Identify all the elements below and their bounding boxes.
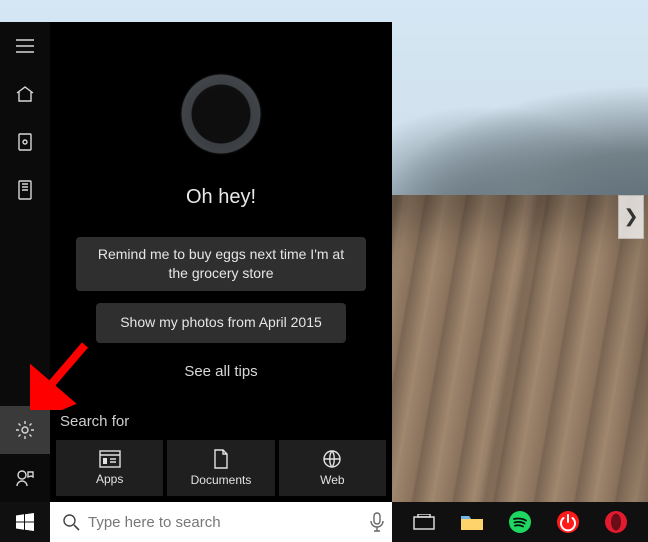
cortana-ring [50, 74, 392, 154]
category-web[interactable]: Web [279, 440, 386, 496]
opera-button[interactable] [592, 502, 640, 542]
opera-icon [604, 510, 628, 534]
category-apps[interactable]: Apps [56, 440, 163, 496]
search-for-label: Search for [50, 403, 392, 440]
sidebar-settings-button[interactable] [0, 406, 50, 454]
power-icon [556, 510, 580, 534]
category-documents-label: Documents [191, 473, 252, 487]
file-explorer-button[interactable] [448, 502, 496, 542]
sidebar-notebook-button[interactable] [0, 118, 50, 166]
sidebar-feedback-button[interactable] [0, 454, 50, 502]
spotify-icon [508, 510, 532, 534]
device-icon [18, 180, 32, 200]
sidebar-menu-button[interactable] [0, 22, 50, 70]
sidebar-home-button[interactable] [0, 70, 50, 118]
taskview-icon [413, 514, 435, 530]
power-button[interactable] [544, 502, 592, 542]
see-all-tips-link[interactable]: See all tips [50, 363, 392, 380]
taskbar-tray [392, 502, 648, 542]
suggestion-text-2: Show my photos from April 2015 [120, 313, 322, 332]
search-category-row: Apps Documents Web [50, 440, 392, 502]
suggestion-pill-1[interactable]: Remind me to buy eggs next time I'm at t… [76, 237, 366, 291]
taskbar-search-input[interactable] [88, 514, 362, 531]
suggestion-text-1: Remind me to buy eggs next time I'm at t… [92, 245, 350, 283]
suggestion-pill-2[interactable]: Show my photos from April 2015 [96, 303, 346, 343]
cortana-panel: Oh hey! Remind me to buy eggs next time … [0, 22, 392, 502]
category-apps-label: Apps [96, 472, 123, 486]
feedback-icon [16, 469, 34, 487]
document-icon [212, 449, 230, 469]
notebook-icon [17, 133, 33, 151]
category-web-label: Web [320, 473, 344, 487]
windows-icon [16, 513, 34, 531]
cortana-sidebar [0, 22, 50, 502]
taskview-button[interactable] [400, 502, 448, 542]
category-documents[interactable]: Documents [167, 440, 274, 496]
apps-icon [99, 450, 121, 468]
sidebar-devices-button[interactable] [0, 166, 50, 214]
taskbar-search[interactable] [50, 502, 392, 542]
start-button[interactable] [0, 502, 50, 542]
gear-icon [15, 420, 35, 440]
search-icon [62, 513, 80, 531]
microphone-button[interactable] [370, 512, 384, 532]
folder-icon [460, 513, 484, 531]
cortana-greeting: Oh hey! [50, 186, 392, 209]
home-icon [15, 85, 35, 103]
spotify-button[interactable] [496, 502, 544, 542]
taskbar [0, 502, 648, 542]
hamburger-icon [16, 39, 34, 53]
wallpaper-next-button[interactable]: ❯ [618, 195, 644, 239]
globe-icon [322, 449, 342, 469]
